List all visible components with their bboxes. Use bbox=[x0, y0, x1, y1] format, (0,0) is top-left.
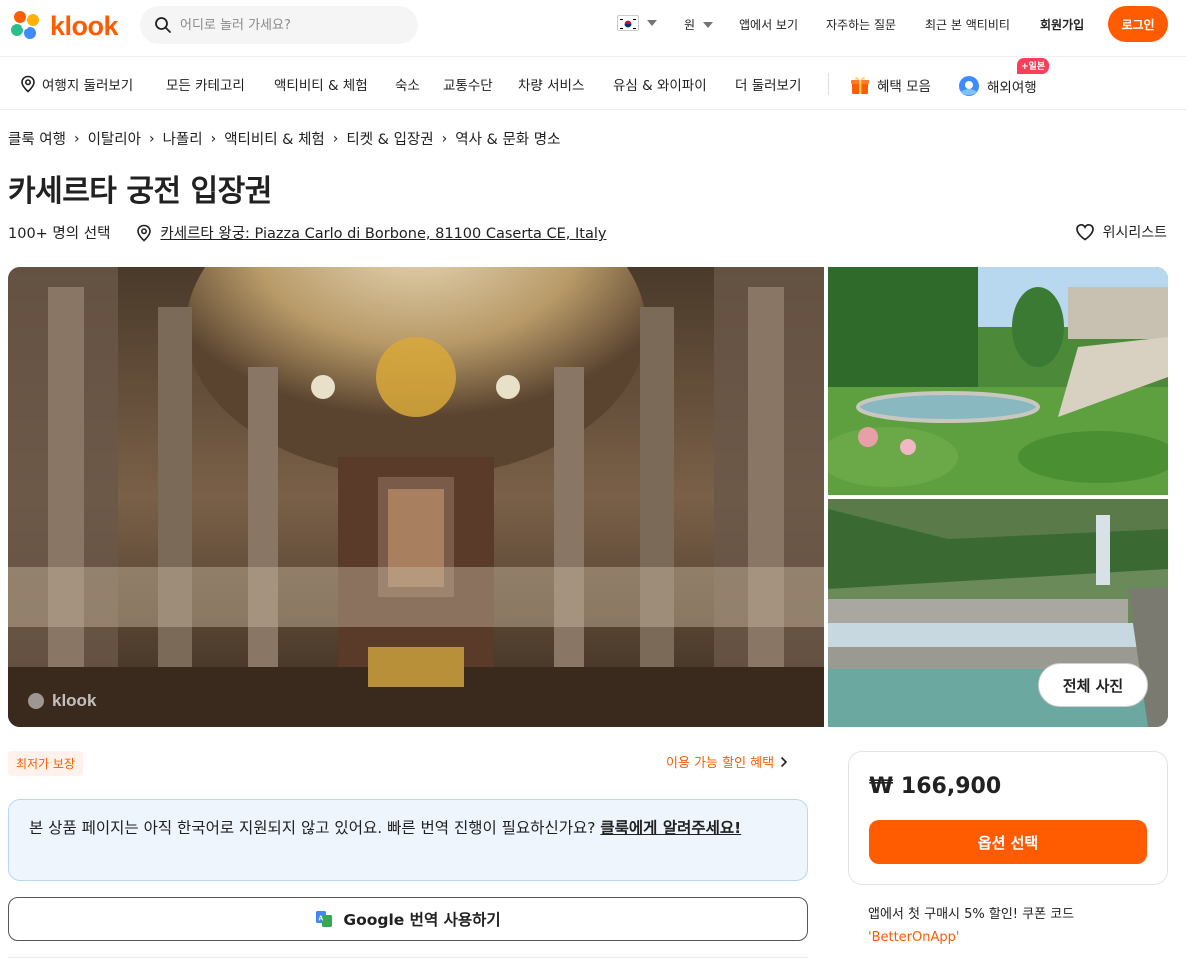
category-divider bbox=[828, 73, 829, 95]
app-promo: 앱에서 첫 구매시 5% 할인! 쿠폰 코드 'BetterOnApp' bbox=[868, 904, 1168, 950]
category-benefits[interactable]: 혜택 모음 bbox=[849, 74, 931, 96]
category-label: 혜택 모음 bbox=[877, 79, 931, 95]
currency-selector[interactable]: 원 bbox=[684, 16, 714, 33]
category-label: 여행지 둘러보기 bbox=[42, 78, 134, 94]
overseas-badge: +일본 bbox=[1017, 58, 1050, 74]
view-in-app-link[interactable]: 앱에서 보기 bbox=[739, 16, 798, 33]
category-car-service[interactable]: 차량 서비스 bbox=[518, 74, 584, 94]
wishlist-button[interactable]: 위시리스트 bbox=[1075, 222, 1167, 242]
chevron-right-icon: › bbox=[148, 130, 155, 147]
category-label: 해외여행 bbox=[987, 80, 1037, 96]
breadcrumb-item[interactable]: 역사 & 문화 명소 bbox=[455, 128, 560, 149]
chevron-right-icon: › bbox=[210, 130, 217, 147]
chevron-right-icon: › bbox=[441, 130, 448, 147]
overseas-pin-icon bbox=[959, 76, 979, 96]
select-option-button[interactable]: 옵션 선택 bbox=[869, 820, 1147, 864]
chevron-right-icon: › bbox=[73, 130, 80, 147]
google-translate-button[interactable]: A Google 번역 사용하기 bbox=[8, 897, 808, 941]
gift-icon bbox=[851, 77, 869, 94]
discounts-label: 이용 가능 할인 혜택 bbox=[666, 756, 775, 771]
breadcrumb-item[interactable]: 이탈리아 bbox=[88, 128, 141, 149]
wishlist-label: 위시리스트 bbox=[1102, 225, 1167, 241]
brand-name: klook bbox=[50, 10, 119, 41]
product-meta: 100+ 명의 선택 카세르타 왕궁: Piazza Carlo di Borb… bbox=[8, 222, 606, 243]
breadcrumb-item[interactable]: 액티비티 & 체험 bbox=[224, 128, 325, 149]
klook-watermark-icon bbox=[28, 693, 44, 709]
category-hotels[interactable]: 숙소 bbox=[395, 74, 420, 94]
page-title: 카세르타 궁전 입장권 bbox=[8, 174, 272, 209]
category-more[interactable]: 더 둘러보기 bbox=[735, 74, 801, 94]
category-transport[interactable]: 교통수단 bbox=[443, 74, 493, 94]
promo-code: 'BetterOnApp' bbox=[868, 929, 960, 945]
address-link[interactable]: 카세르타 왕궁: Piazza Carlo di Borbone, 81100 … bbox=[160, 222, 606, 243]
location-pin-icon bbox=[137, 224, 152, 242]
faq-link[interactable]: 자주하는 질문 bbox=[826, 16, 896, 33]
breadcrumb-item[interactable]: 티켓 & 입장권 bbox=[346, 128, 433, 149]
main-photo-chapel[interactable] bbox=[8, 267, 824, 727]
category-bar: 여행지 둘러보기 모든 카테고리 액티비티 & 체험 숙소 교통수단 차량 서비… bbox=[0, 56, 1186, 110]
photo-palace-garden[interactable] bbox=[828, 267, 1168, 495]
photo-watermark: klook bbox=[52, 691, 97, 710]
notice-text: 본 상품 페이지는 아직 한국어로 지원되지 않고 있어요. 빠른 번역 진행이… bbox=[29, 819, 601, 837]
google-translate-label: Google 번역 사용하기 bbox=[343, 911, 501, 929]
popularity-count: 100+ 명의 선택 bbox=[8, 226, 111, 242]
category-all[interactable]: 모든 카테고리 bbox=[166, 74, 245, 94]
category-overseas[interactable]: 해외여행 bbox=[957, 74, 1037, 98]
recently-viewed-link[interactable]: 최근 본 액티비티 bbox=[925, 16, 1010, 33]
signup-link[interactable]: 회원가입 bbox=[1040, 16, 1084, 33]
chevron-right-icon: › bbox=[332, 130, 339, 147]
chevron-right-icon bbox=[781, 756, 788, 767]
booking-card: ₩ 166,900 옵션 선택 bbox=[848, 751, 1168, 885]
klook-logo-icon bbox=[11, 11, 39, 39]
translation-notice: 본 상품 페이지는 아직 한국어로 지원되지 않고 있어요. 빠른 번역 진행이… bbox=[8, 799, 808, 881]
promo-text: 앱에서 첫 구매시 5% 할인! 쿠폰 코드 bbox=[868, 907, 1075, 922]
chevron-down-icon bbox=[703, 21, 714, 28]
notify-klook-link[interactable]: 클룩에게 알려주세요! bbox=[600, 819, 741, 837]
view-all-photos-button[interactable]: 전체 사진 bbox=[1038, 663, 1148, 707]
discounts-link[interactable]: 이용 가능 할인 혜택 bbox=[666, 752, 788, 771]
photo-gallery: klook bbox=[8, 267, 1168, 727]
klook-logo[interactable]: klook bbox=[8, 8, 119, 44]
breadcrumb-item[interactable]: 클룩 여행 bbox=[8, 128, 66, 149]
price: ₩ 166,900 bbox=[869, 774, 1002, 799]
category-sim-wifi[interactable]: 유심 & 와이파이 bbox=[613, 74, 707, 94]
currency-label: 원 bbox=[684, 18, 696, 32]
search-icon bbox=[155, 17, 171, 33]
category-activities[interactable]: 액티비티 & 체험 bbox=[274, 74, 368, 94]
location-pin-icon bbox=[21, 75, 35, 93]
breadcrumb: 클룩 여행 › 이탈리아 › 나폴리 › 액티비티 & 체험 › 티켓 & 입장… bbox=[8, 128, 560, 149]
language-selector[interactable] bbox=[617, 15, 657, 31]
chevron-down-icon bbox=[647, 20, 657, 26]
top-bar: klook 원 앱에서 보기 자주하는 질문 최근 본 액티비티 회원가입 bbox=[0, 0, 1186, 52]
korea-flag-icon bbox=[617, 15, 639, 31]
login-button[interactable]: 로그인 bbox=[1108, 6, 1168, 42]
breadcrumb-item[interactable]: 나폴리 bbox=[163, 128, 203, 149]
category-explore-destinations[interactable]: 여행지 둘러보기 bbox=[20, 74, 133, 94]
heart-icon bbox=[1075, 223, 1094, 241]
google-translate-icon: A bbox=[316, 911, 333, 927]
search-input[interactable] bbox=[180, 17, 400, 33]
best-price-badge: 최저가 보장 bbox=[8, 751, 84, 776]
search-bar[interactable] bbox=[140, 6, 418, 44]
svg-text:A: A bbox=[319, 916, 324, 923]
